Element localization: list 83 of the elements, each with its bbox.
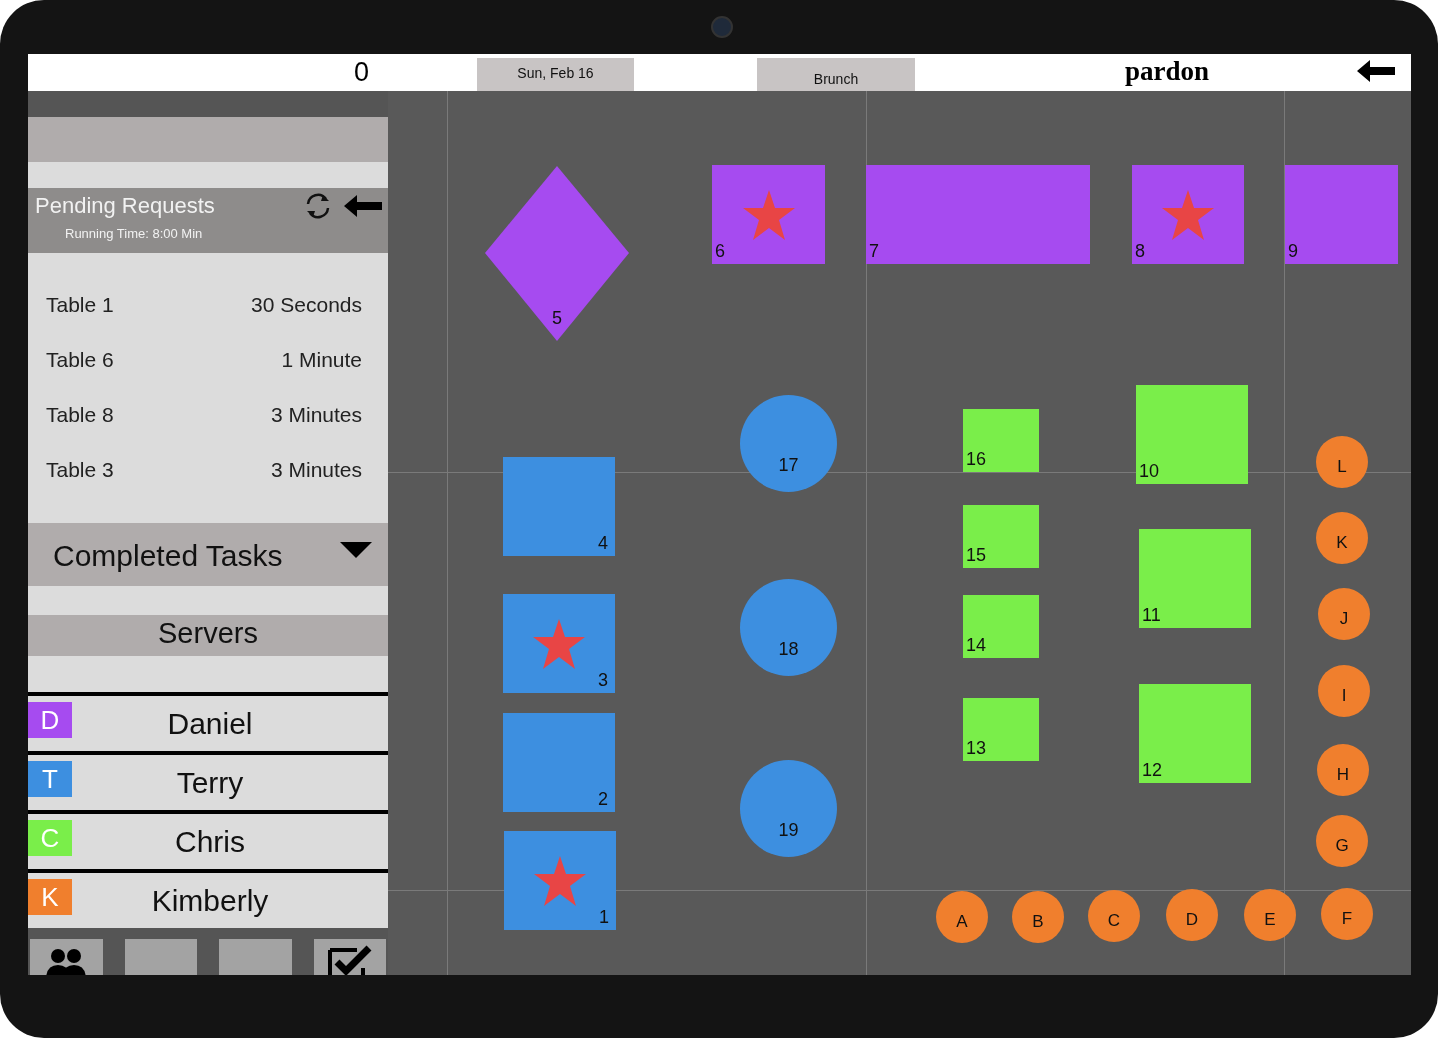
seat-marker[interactable]: J — [1318, 588, 1370, 640]
seat-marker[interactable]: C — [1088, 890, 1140, 942]
table-number: 13 — [966, 738, 987, 759]
seat-marker[interactable]: H — [1317, 744, 1369, 796]
square-table[interactable] — [1136, 385, 1248, 484]
table-number: 3 — [598, 670, 608, 691]
seat-marker[interactable]: F — [1321, 888, 1373, 940]
server-initial-badge: C — [28, 820, 72, 856]
square-table[interactable] — [1139, 529, 1251, 628]
refresh-icon[interactable] — [304, 192, 332, 220]
server-name[interactable]: Kimberly — [72, 883, 388, 918]
table-number: 14 — [966, 635, 987, 656]
square-table[interactable] — [963, 409, 1039, 472]
running-time-text: Running Time: 8:00 Min — [65, 226, 204, 241]
seat-marker[interactable]: L — [1316, 436, 1368, 488]
server-name[interactable]: Chris — [72, 824, 388, 859]
square-table[interactable] — [1139, 684, 1251, 783]
camera-icon — [711, 16, 733, 38]
checkbox-icon — [326, 943, 373, 975]
server-initial-badge: D — [28, 702, 72, 738]
table-number: 17 — [777, 455, 800, 476]
toolbar-button[interactable] — [219, 939, 292, 975]
request-wait-text: 30 Seconds — [251, 293, 362, 317]
square-table[interactable] — [1132, 165, 1244, 264]
back-arrow-icon[interactable] — [344, 195, 382, 217]
tasks-button[interactable] — [313, 939, 386, 975]
table-number: 5 — [551, 308, 563, 329]
table-number: 1 — [599, 907, 609, 928]
table-number: 16 — [966, 449, 987, 470]
table-number: 12 — [1142, 760, 1163, 781]
table-number: 8 — [1135, 241, 1145, 262]
square-table[interactable] — [963, 595, 1039, 658]
completed-tasks-header[interactable]: Completed Tasks — [28, 523, 388, 586]
servers-header: Servers — [28, 615, 388, 656]
request-table-text[interactable]: Table 3 — [46, 458, 114, 482]
request-table-text[interactable]: Table 6 — [46, 348, 114, 372]
seat-marker[interactable]: G — [1316, 815, 1368, 867]
table-number: 7 — [869, 241, 879, 262]
service-button[interactable]: Brunch — [757, 58, 915, 91]
seat-marker[interactable]: K — [1316, 512, 1368, 564]
square-table[interactable] — [503, 457, 615, 556]
diamond-table[interactable] — [485, 166, 629, 341]
server-name[interactable]: Daniel — [72, 706, 388, 741]
pending-requests-title: Pending Requests — [35, 193, 216, 219]
server-initial-badge: T — [28, 761, 72, 797]
logo-text: pardon — [1125, 56, 1210, 87]
request-wait-text: 3 Minutes — [270, 403, 362, 427]
seat-marker[interactable]: B — [1012, 891, 1064, 943]
seat-marker[interactable]: E — [1244, 889, 1296, 941]
square-table[interactable] — [1285, 165, 1398, 264]
table-number: 6 — [715, 241, 725, 262]
square-table[interactable] — [712, 165, 825, 264]
square-table[interactable] — [503, 713, 615, 812]
toolbar-button[interactable] — [124, 939, 197, 975]
back-arrow-icon[interactable] — [1357, 60, 1395, 82]
request-wait-text: 3 Minutes — [270, 458, 362, 482]
caret-icon[interactable] — [340, 541, 372, 558]
people-icon — [46, 946, 87, 975]
table-number: 19 — [777, 820, 800, 841]
seat-marker[interactable]: I — [1318, 665, 1370, 717]
square-table[interactable] — [504, 831, 616, 930]
square-table[interactable] — [503, 594, 615, 693]
square-table[interactable] — [963, 505, 1039, 568]
table-number: 18 — [777, 639, 800, 660]
table-number: 2 — [598, 789, 608, 810]
table-number: 4 — [598, 533, 608, 554]
seat-marker[interactable]: D — [1166, 889, 1218, 941]
people-button[interactable] — [30, 939, 103, 975]
counter-text: 0 — [354, 57, 370, 88]
date-button[interactable]: Sun, Feb 16 — [477, 58, 634, 91]
completed-tasks-title: Completed Tasks — [53, 537, 283, 573]
request-wait-text: 1 Minute — [281, 348, 362, 372]
table-number: 15 — [966, 545, 987, 566]
table-number: 9 — [1288, 241, 1298, 262]
server-name[interactable]: Terry — [72, 765, 388, 800]
square-table[interactable] — [963, 698, 1039, 761]
request-table-text[interactable]: Table 8 — [46, 403, 114, 427]
server-initial-badge: K — [28, 879, 72, 915]
square-table[interactable] — [866, 165, 1090, 264]
request-table-text[interactable]: Table 1 — [46, 293, 114, 317]
table-number: 10 — [1139, 461, 1160, 482]
table-number: 11 — [1142, 605, 1161, 626]
seat-marker[interactable]: A — [936, 891, 988, 943]
